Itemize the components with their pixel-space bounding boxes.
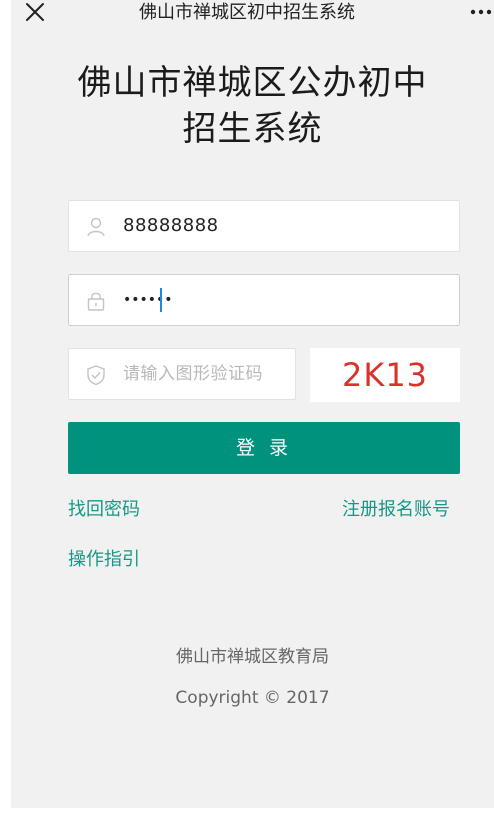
footer-org: 佛山市禅城区教育局: [176, 647, 329, 667]
guide-link[interactable]: 操作指引: [68, 548, 140, 572]
login-button[interactable]: 登 录: [68, 422, 460, 474]
password-value: ••••••: [123, 292, 173, 308]
lock-icon: [87, 292, 105, 311]
forgot-password-link[interactable]: 找回密码: [68, 498, 140, 522]
password-field[interactable]: ••••••: [68, 274, 460, 326]
more-dots-icon[interactable]: [468, 0, 494, 26]
captcha-placeholder: 请输入图形验证码: [123, 364, 263, 384]
page-title-line2: 招生系统: [182, 109, 323, 149]
register-link[interactable]: 注册报名账号: [342, 498, 450, 522]
page-title: 佛山市禅城区公办初中 招生系统: [11, 60, 494, 152]
captcha-image[interactable]: 2K13: [310, 348, 460, 402]
username-field[interactable]: 88888888: [68, 200, 460, 252]
footer-copyright: Copyright © 2017: [175, 688, 330, 708]
window-title: 佛山市禅城区初中招生系统: [139, 2, 355, 23]
user-icon: [87, 217, 105, 237]
page-title-line1: 佛山市禅城区公办初中: [77, 63, 428, 103]
shield-icon: [87, 365, 105, 386]
captcha-field[interactable]: 请输入图形验证码: [68, 348, 296, 400]
top-bar: 佛山市禅城区初中招生系统: [0, 0, 494, 42]
username-value: 88888888: [123, 215, 219, 236]
text-caret: [160, 288, 162, 312]
